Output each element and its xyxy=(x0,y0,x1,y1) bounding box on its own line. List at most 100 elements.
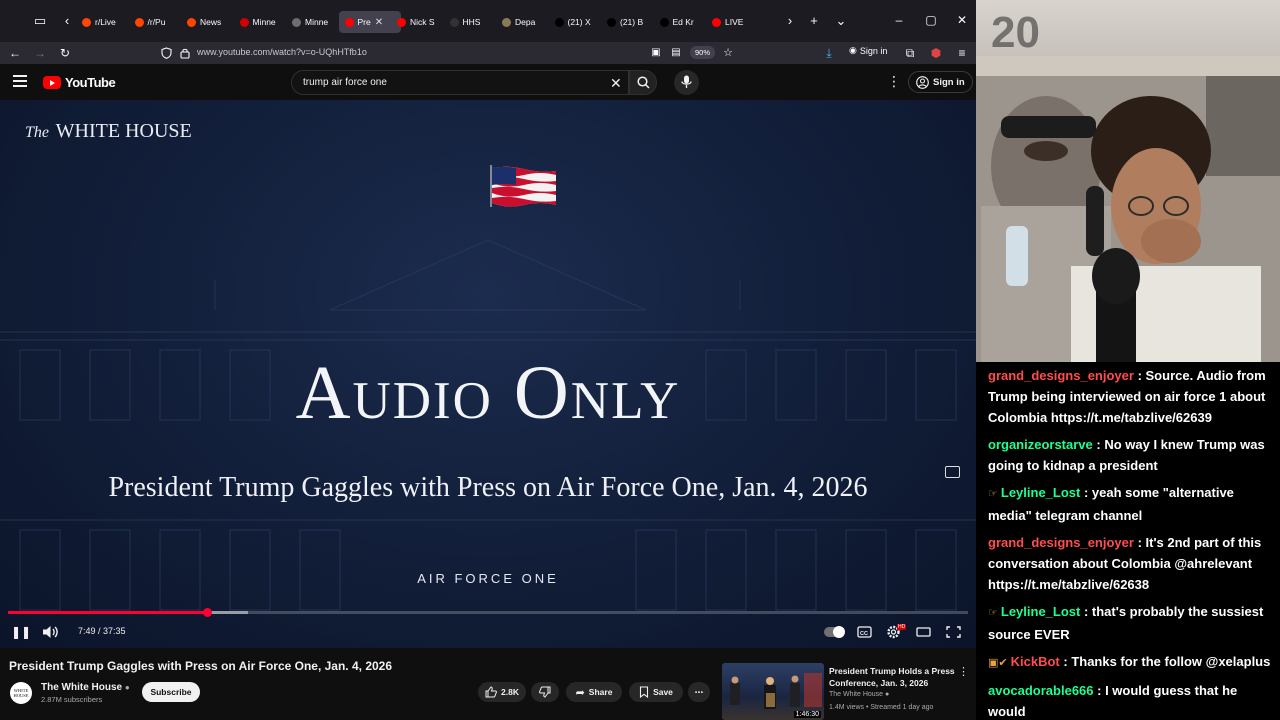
tab-favicon-icon xyxy=(187,17,196,27)
clear-search-icon[interactable]: ✕ xyxy=(610,75,622,92)
extensions-icon[interactable]: ⧉ xyxy=(902,45,918,61)
channel-name[interactable]: The White House ● xyxy=(41,682,130,693)
close-window-icon[interactable]: ✕ xyxy=(954,13,970,27)
reload-icon[interactable]: ↻ xyxy=(57,45,73,61)
scroll-tabs-right-icon[interactable]: › xyxy=(782,13,798,29)
stream-overlay-number: 20 xyxy=(991,8,1040,57)
lock-icon[interactable] xyxy=(180,47,190,59)
bookmark-star-icon[interactable]: ☆ xyxy=(720,45,736,61)
youtube-signin-button[interactable]: Sign in xyxy=(908,71,973,93)
browser-tab[interactable]: Minne xyxy=(234,11,282,33)
share-button[interactable]: ➦ Share xyxy=(566,682,622,702)
maximize-icon[interactable]: ▢ xyxy=(923,13,939,27)
screen: ▭ ‹ r/Live/r/Pu News Minne Minne Pre ✕ Nick S H… xyxy=(0,0,1280,720)
recommended-thumbnail[interactable]: 1:46:30 xyxy=(722,663,824,720)
browser-tab[interactable]: Nick S xyxy=(391,11,439,33)
white-house-brand-the: The xyxy=(25,124,49,141)
recommended-title[interactable]: President Trump Holds a Press Conference… xyxy=(829,665,957,689)
tab-label: Ed Kr xyxy=(672,17,694,27)
chat-username[interactable]: grand_designs_enjoyer xyxy=(988,368,1134,383)
channel-name-text[interactable]: The White House xyxy=(41,682,122,693)
voice-search-button[interactable] xyxy=(674,70,699,95)
browser-tab[interactable]: /r/Pu xyxy=(129,11,177,33)
volume-icon[interactable] xyxy=(42,624,59,640)
picture-in-picture-icon[interactable]: ▣ xyxy=(648,45,664,61)
close-tab-icon[interactable]: ✕ xyxy=(375,17,383,28)
zoom-level-badge[interactable]: 90% xyxy=(690,46,716,59)
browser-tab[interactable]: HHS xyxy=(444,11,492,33)
more-actions-button[interactable]: ⋯ xyxy=(688,682,710,702)
watch-metadata: President Trump Gaggles with Press on Ai… xyxy=(0,648,976,720)
theater-mode-icon[interactable] xyxy=(916,624,931,640)
chat-username[interactable]: Leyline_Lost xyxy=(1001,604,1080,619)
chat-username[interactable]: grand_designs_enjoyer xyxy=(988,535,1134,550)
address-bar[interactable]: www.youtube.com/watch?v=o-UQhHTfb1o ▣ ▤ … xyxy=(153,43,743,63)
video-player[interactable]: The WHITE HOUSE Audio Only President Tru… xyxy=(0,100,976,648)
guide-menu-icon[interactable] xyxy=(13,75,27,87)
save-button[interactable]: Save xyxy=(629,682,683,702)
tab-overflow-chevron-icon[interactable]: ⌄ xyxy=(833,13,849,29)
recommended-meta: 1.4M views • Streamed 1 day ago xyxy=(829,704,934,711)
channel-avatar[interactable]: WHITE HOUSE xyxy=(10,682,32,704)
browser-tab[interactable]: Minne xyxy=(286,11,334,33)
dislike-button[interactable] xyxy=(531,682,559,702)
youtube-header: YouTube trump air force one ✕ ⋮ Sign in xyxy=(0,64,976,100)
forward-icon[interactable]: → xyxy=(32,45,48,61)
reader-view-icon[interactable]: ▤ xyxy=(668,45,684,61)
user-circle-icon xyxy=(916,75,929,89)
browser-tab[interactable]: Depa xyxy=(496,11,544,33)
like-button[interactable]: 2.8K xyxy=(478,682,526,702)
miniplayer-icon[interactable] xyxy=(945,466,960,478)
chat-message: organizeorstarve : No way I knew Trump w… xyxy=(976,431,1280,479)
pause-icon[interactable]: ❚❚ xyxy=(11,624,31,640)
browser-tab[interactable]: News xyxy=(181,11,229,33)
back-icon[interactable]: ← xyxy=(7,45,23,61)
recommended-channel-name[interactable]: The White House xyxy=(829,691,883,698)
chat-username[interactable]: KickBot xyxy=(1011,654,1060,669)
ublock-icon[interactable]: ⬢ xyxy=(928,45,944,61)
fullscreen-icon[interactable] xyxy=(946,624,961,640)
new-tab-icon[interactable]: + xyxy=(806,13,822,29)
browser-tab[interactable]: (21) B xyxy=(601,11,649,33)
search-input[interactable]: trump air force one ✕ xyxy=(291,70,629,95)
tab-label: LIVE xyxy=(725,17,744,27)
youtube-logo[interactable]: YouTube xyxy=(43,75,116,90)
recommended-channel[interactable]: The White House ● xyxy=(829,691,889,698)
progress-bar[interactable] xyxy=(8,608,968,617)
tab-favicon-icon xyxy=(239,17,249,27)
search-query-text[interactable]: trump air force one xyxy=(303,77,387,88)
chat-message: ☞ Leyline_Lost : that's probably the suss… xyxy=(976,598,1280,648)
chat-username[interactable]: Leyline_Lost xyxy=(1001,485,1080,500)
thumbs-down-icon xyxy=(539,686,551,698)
chat-badge-icon: ☞ xyxy=(988,607,998,619)
downloads-icon[interactable]: ⤓ xyxy=(821,45,837,61)
tab-favicon-icon xyxy=(82,17,91,27)
captions-icon[interactable]: CC xyxy=(857,624,872,640)
minimize-icon[interactable]: – xyxy=(891,13,907,27)
chat-username[interactable]: avocadorable666 xyxy=(988,683,1094,698)
thumbs-up-icon xyxy=(485,686,497,698)
chat-username[interactable]: organizeorstarve xyxy=(988,437,1093,452)
autoplay-toggle[interactable] xyxy=(824,626,845,638)
youtube-play-icon xyxy=(43,76,61,89)
browser-tab[interactable]: Ed Kr xyxy=(654,11,702,33)
chat-message: grand_designs_enjoyer : Source. Audio fr… xyxy=(976,362,1280,431)
chat-text: Thanks for the follow @xelaplus xyxy=(1071,654,1271,669)
tracking-shield-icon[interactable] xyxy=(161,47,172,59)
search-button[interactable] xyxy=(629,70,657,95)
account-signin-button[interactable]: ◉ Sign in xyxy=(849,45,887,56)
browser-tab[interactable]: (21) X xyxy=(549,11,597,33)
subscribe-button[interactable]: Subscribe xyxy=(142,682,200,702)
recommended-more-icon[interactable]: ⋮ xyxy=(958,665,969,678)
chat-separator: : xyxy=(1092,437,1105,452)
url-text[interactable]: www.youtube.com/watch?v=o-UQhHTfb1o xyxy=(197,47,367,57)
tab-list-icon[interactable]: ▭ xyxy=(32,13,48,29)
scroll-tabs-left-icon[interactable]: ‹ xyxy=(59,13,75,29)
app-menu-icon[interactable]: ≡ xyxy=(954,45,970,61)
chat-separator: : xyxy=(1133,535,1146,550)
settings-kebab-icon[interactable]: ⋮ xyxy=(887,73,901,90)
chat-message: avocadorable666 : I would guess that he … xyxy=(976,677,1280,720)
browser-tab[interactable]: r/Live xyxy=(76,11,124,33)
chat-separator: : xyxy=(1133,368,1146,383)
browser-tab[interactable]: LIVE xyxy=(706,11,754,33)
